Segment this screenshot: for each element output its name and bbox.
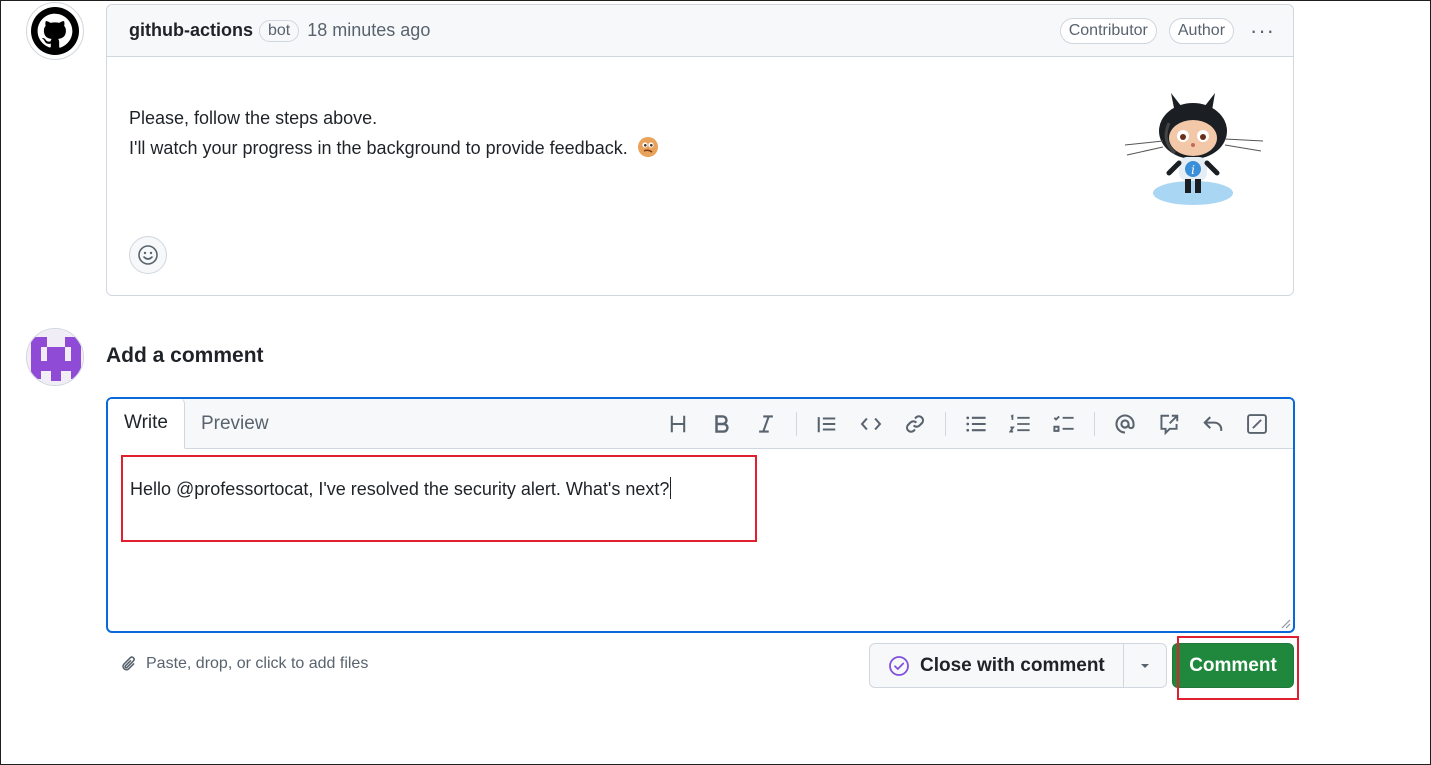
italic-icon[interactable]: [748, 406, 784, 442]
issue-closed-icon: [889, 655, 909, 676]
github-logo-icon: [31, 7, 79, 55]
comment-line-wrap: I'll watch your progress in the backgrou…: [129, 133, 1271, 163]
author-badge: Author: [1168, 17, 1235, 44]
close-issue-button-group: Close with comment: [869, 643, 1167, 688]
attach-files-button[interactable]: Paste, drop, or click to add files: [120, 655, 368, 673]
close-options-dropdown[interactable]: [1124, 644, 1166, 687]
comment-line: Please, follow the steps above.: [129, 108, 378, 128]
thinking-emoji-icon: [633, 137, 659, 158]
annotation-highlight-text: [121, 455, 757, 542]
toolbar-divider: [1094, 412, 1095, 436]
task-list-icon[interactable]: [1046, 406, 1082, 442]
add-reaction-button[interactable]: [129, 236, 167, 274]
comment-timestamp[interactable]: 18 minutes ago: [307, 20, 430, 41]
unordered-list-icon[interactable]: [958, 406, 994, 442]
comment-header: github-actions bot 18 minutes ago Contri…: [107, 5, 1293, 57]
mention-icon[interactable]: [1107, 406, 1143, 442]
heading-icon[interactable]: [660, 406, 696, 442]
saved-reply-icon[interactable]: [1195, 406, 1231, 442]
bot-badge: bot: [259, 19, 300, 42]
contributor-badge: Contributor: [1059, 17, 1157, 44]
code-icon[interactable]: [853, 406, 889, 442]
toolbar-divider: [796, 412, 797, 436]
close-with-comment-label: Close with comment: [920, 654, 1105, 676]
toolbar-divider: [945, 412, 946, 436]
comment-line: I'll watch your progress in the backgrou…: [129, 138, 628, 158]
ordered-list-icon[interactable]: [1002, 406, 1038, 442]
resize-handle-icon[interactable]: [1279, 617, 1291, 629]
annotation-highlight-button: [1177, 636, 1299, 700]
fullscreen-icon[interactable]: [1239, 406, 1275, 442]
tab-write[interactable]: Write: [108, 399, 185, 449]
cross-reference-icon[interactable]: [1151, 406, 1187, 442]
comment-body: Please, follow the steps above. I'll wat…: [107, 57, 1293, 296]
smiley-icon: [138, 245, 158, 265]
close-with-comment-button[interactable]: Close with comment: [870, 644, 1124, 687]
github-actions-avatar[interactable]: [26, 2, 84, 60]
kebab-menu-icon[interactable]: ···: [1246, 19, 1279, 41]
octocat-mascot-image: i: [1123, 83, 1273, 213]
attach-files-label: Paste, drop, or click to add files: [146, 655, 369, 672]
author-name[interactable]: github-actions: [129, 20, 253, 41]
paperclip-icon: [122, 656, 135, 671]
add-comment-heading: Add a comment: [106, 344, 264, 367]
tab-preview[interactable]: Preview: [185, 399, 285, 449]
svg-text:i: i: [1191, 163, 1195, 177]
user-avatar[interactable]: [26, 328, 84, 386]
identicon-icon: [27, 329, 83, 385]
bot-comment: github-actions bot 18 minutes ago Contri…: [106, 4, 1294, 296]
link-icon[interactable]: [897, 406, 933, 442]
caret-down-icon: [1140, 663, 1149, 668]
editor-toolbar: Write Preview: [108, 399, 1293, 449]
quote-icon[interactable]: [809, 406, 845, 442]
bold-icon[interactable]: [704, 406, 740, 442]
